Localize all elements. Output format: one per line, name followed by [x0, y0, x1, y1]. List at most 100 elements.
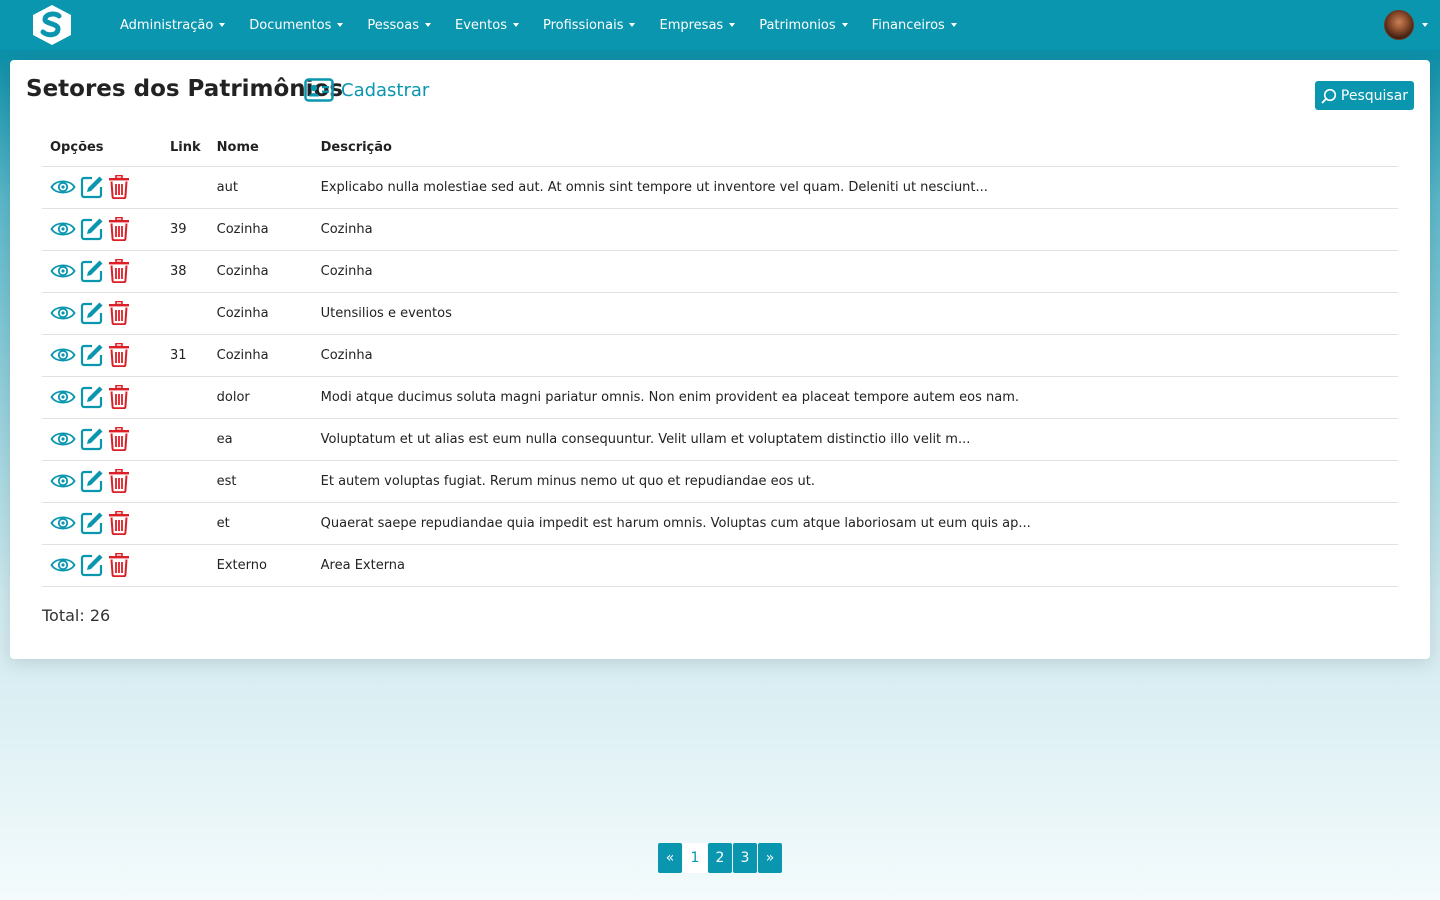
id-card-icon — [304, 78, 334, 102]
menu-patrimonios[interactable]: Patrimonios — [751, 18, 855, 33]
table-body: aut Explicabo nulla molestiae sed aut. A… — [42, 166, 1398, 587]
eye-icon[interactable] — [50, 554, 76, 576]
search-button[interactable]: Pesquisar — [1315, 81, 1414, 110]
row-options — [42, 502, 162, 545]
eye-icon[interactable] — [50, 218, 76, 240]
pagination-page-2[interactable]: 2 — [708, 843, 732, 873]
menu-profissionais[interactable]: Profissionais — [535, 18, 644, 33]
caret-down-icon — [512, 23, 519, 27]
table-row: et Quaerat saepe repudiandae quia impedi… — [42, 502, 1398, 545]
caret-down-icon — [629, 23, 636, 27]
trash-icon[interactable] — [108, 301, 130, 325]
trash-icon[interactable] — [108, 511, 130, 535]
eye-icon[interactable] — [50, 176, 76, 198]
menu-label: Profissionais — [542, 17, 624, 33]
row-description: Utensilios e eventos — [312, 292, 1398, 335]
menu-label: Patrimonios — [759, 17, 836, 33]
pagination: « 1 2 3 » — [658, 843, 783, 873]
main-card: Setores dos Patrimônios Cadastrar Pesqui… — [10, 60, 1430, 659]
register-link[interactable]: Cadastrar — [304, 78, 429, 102]
caret-down-icon — [950, 23, 957, 27]
menu-empresas[interactable]: Empresas — [651, 18, 743, 33]
row-name: Cozinha — [208, 250, 313, 293]
row-name: dolor — [208, 376, 313, 419]
search-icon — [1321, 88, 1337, 103]
table-header-row: Opções Link Nome Descrição — [42, 130, 1398, 167]
row-link — [162, 376, 209, 419]
row-link — [162, 292, 209, 335]
menu-documentos[interactable]: Documentos — [241, 18, 351, 33]
table-row: dolor Modi atque ducimus soluta magni pa… — [42, 376, 1398, 419]
sectors-table: Opções Link Nome Descrição aut Explicabo… — [42, 130, 1398, 587]
edit-icon[interactable] — [80, 553, 104, 577]
menu-label: Pessoas — [367, 17, 419, 33]
page-title: Setores dos Patrimônios — [26, 76, 344, 102]
edit-icon[interactable] — [80, 385, 104, 409]
trash-icon[interactable] — [108, 385, 130, 409]
total-count: Total: 26 — [42, 606, 111, 625]
row-options — [42, 292, 162, 335]
caret-down-icon — [1422, 23, 1428, 27]
edit-icon[interactable] — [80, 175, 104, 199]
header-name: Nome — [208, 130, 313, 167]
caret-down-icon — [425, 23, 431, 27]
top-navbar: Administração Documentos Pessoas Eventos… — [0, 0, 1440, 50]
trash-icon[interactable] — [108, 553, 130, 577]
row-options — [42, 166, 162, 209]
row-description: Cozinha — [312, 334, 1398, 377]
row-link — [162, 544, 209, 587]
edit-icon[interactable] — [80, 259, 104, 283]
row-link — [162, 460, 209, 503]
row-link: 39 — [162, 208, 209, 251]
menu-pessoas[interactable]: Pessoas — [359, 18, 439, 33]
trash-icon[interactable] — [108, 259, 130, 283]
eye-icon[interactable] — [50, 302, 76, 324]
eye-icon[interactable] — [50, 344, 76, 366]
row-options — [42, 250, 162, 293]
pagination-page-1[interactable]: 1 — [683, 843, 707, 873]
table-row: aut Explicabo nulla molestiae sed aut. A… — [42, 166, 1398, 209]
menu-administracao[interactable]: Administração — [112, 18, 233, 33]
caret-down-icon — [841, 23, 848, 27]
table-row: 39 Cozinha Cozinha — [42, 208, 1398, 251]
row-description: Cozinha — [312, 208, 1398, 251]
eye-icon[interactable] — [50, 470, 76, 492]
menu-financeiros[interactable]: Financeiros — [864, 18, 965, 33]
eye-icon[interactable] — [50, 428, 76, 450]
edit-icon[interactable] — [80, 343, 104, 367]
row-link: 38 — [162, 250, 209, 293]
register-label: Cadastrar — [341, 79, 430, 101]
edit-icon[interactable] — [80, 217, 104, 241]
edit-icon[interactable] — [80, 469, 104, 493]
edit-icon[interactable] — [80, 511, 104, 535]
pagination-prev[interactable]: « — [658, 843, 682, 873]
trash-icon[interactable] — [108, 175, 130, 199]
row-options — [42, 460, 162, 503]
pagination-next[interactable]: » — [758, 843, 782, 873]
caret-down-icon — [729, 23, 736, 27]
row-name: aut — [208, 166, 313, 209]
table-row: 38 Cozinha Cozinha — [42, 250, 1398, 293]
avatar[interactable] — [1384, 10, 1414, 40]
app-logo-icon[interactable] — [30, 4, 74, 46]
trash-icon[interactable] — [108, 217, 130, 241]
edit-icon[interactable] — [80, 301, 104, 325]
row-description: Et autem voluptas fugiat. Rerum minus ne… — [312, 460, 1398, 503]
trash-icon[interactable] — [108, 343, 130, 367]
edit-icon[interactable] — [80, 427, 104, 451]
row-description: Quaerat saepe repudiandae quia impedit e… — [312, 502, 1398, 545]
menu-eventos[interactable]: Eventos — [447, 18, 527, 33]
eye-icon[interactable] — [50, 386, 76, 408]
search-label: Pesquisar — [1340, 87, 1409, 104]
row-options — [42, 418, 162, 461]
user-menu[interactable] — [1384, 10, 1428, 40]
table-row: est Et autem voluptas fugiat. Rerum minu… — [42, 460, 1398, 503]
trash-icon[interactable] — [108, 427, 130, 451]
trash-icon[interactable] — [108, 469, 130, 493]
row-options — [42, 334, 162, 377]
menu-label: Administração — [120, 17, 214, 33]
eye-icon[interactable] — [50, 512, 76, 534]
menu-label: Documentos — [249, 17, 332, 33]
pagination-page-3[interactable]: 3 — [733, 843, 757, 873]
eye-icon[interactable] — [50, 260, 76, 282]
